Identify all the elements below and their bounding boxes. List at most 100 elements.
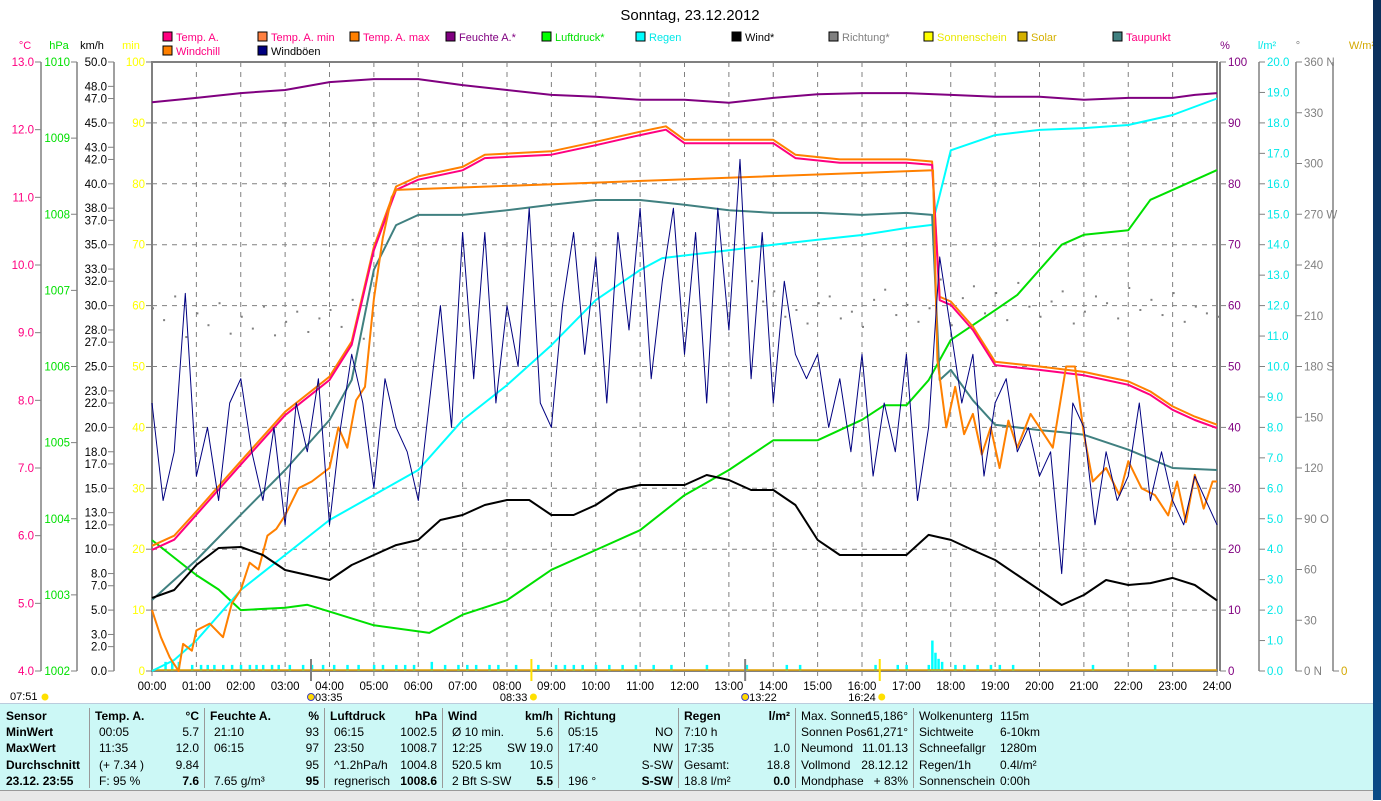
legend-label: Richtung* [842, 32, 890, 44]
axis-tick-label: 8.0 [91, 569, 107, 581]
legend-swatch [445, 31, 456, 42]
stat-value: NO [655, 725, 673, 740]
stat-row: Ø 10 min. 5.6 [442, 724, 558, 740]
direction-dot [1050, 300, 1053, 303]
stat-label: 21:10 [214, 725, 245, 740]
stat-label: ^1.2hPa/h [334, 757, 388, 772]
direction-dot [1161, 314, 1164, 317]
stat-value: 0.0 [773, 773, 790, 788]
stat-label: 23.12. 23:55 [6, 773, 74, 788]
info-row: Max. Sonnen 15,186° [795, 708, 913, 724]
axis-tick-label: 28.0 [85, 325, 107, 337]
stat-label: 7:10 h [684, 725, 718, 740]
stat-row: regnerisch 1008.6 [324, 773, 442, 789]
axis-tick-label: 50 [1228, 362, 1241, 374]
axis-tick-label: 50.0 [85, 57, 107, 69]
stat-label: 00:05 [99, 725, 130, 740]
axis-tick-label: 20.0 [85, 422, 107, 434]
direction-dot [340, 325, 343, 328]
axis-tick-label: 6.0 [18, 531, 34, 543]
stat-row: 06:15 1002.5 [324, 724, 442, 740]
info-row: Wolkenunterg 115m [913, 708, 1053, 724]
stat-label: 06:15 [334, 725, 365, 740]
legend-swatch [1112, 31, 1123, 42]
stat-column: Wolkenunterg 115m Sichtweite 6-10km Schneefa… [913, 708, 1053, 788]
moon-icon [306, 693, 315, 701]
axis-tick-label: 300 [1304, 159, 1323, 171]
direction-dot [296, 310, 299, 313]
direction-dot [274, 334, 277, 337]
stat-value: NW [653, 741, 673, 756]
direction-dot [1083, 310, 1086, 313]
x-tick-label: 12:00 [670, 681, 699, 693]
direction-dot [873, 298, 876, 301]
direction-dot [1139, 308, 1142, 311]
axis-tick-label: 330 [1304, 108, 1323, 120]
axis-tick-label: 2.0 [1267, 605, 1283, 617]
direction-dot [1006, 319, 1009, 322]
stat-row: 05:15 NO [558, 724, 678, 740]
axis-tick-label: 4.0 [1267, 544, 1283, 556]
axis-unit-press: hPa [49, 40, 69, 52]
x-tick-label: 22:00 [1114, 681, 1143, 693]
axis-tick-label: 1006 [44, 362, 70, 374]
axis-tick-label: 10.0 [85, 544, 107, 556]
axis-tick-label: 60 [132, 301, 145, 313]
direction-dot [1217, 315, 1219, 318]
stat-column: Luftdruck hPa 06:15 1002.5 23:50 1008.7 ^1.2hP… [324, 708, 443, 788]
direction-dot [1117, 317, 1120, 320]
axis-tick-label: 20 [1228, 544, 1241, 556]
info-value: -61,271° [862, 725, 909, 740]
axis-tick-label: 60 [1228, 301, 1241, 313]
axis-tick-label: 40 [132, 422, 145, 434]
stat-row: (+ 7.34 ) 9.84 [89, 757, 204, 773]
axis-unit-wind: km/h [80, 40, 104, 52]
axis-tick-label: 50 [132, 362, 145, 374]
direction-dot [318, 317, 321, 320]
moonrise-label: 03:35 [315, 692, 343, 703]
direction-dot [806, 322, 809, 325]
direction-dot [307, 330, 310, 333]
axis-unit-temp: °C [19, 40, 31, 52]
stat-label: 17:35 [684, 741, 715, 756]
info-value: 28.12.12 [861, 757, 908, 772]
direction-dot [917, 320, 920, 323]
stat-row: Durchschnitt [0, 757, 89, 773]
axis-tick-label: 1.0 [1267, 636, 1283, 648]
direction-dot [1039, 315, 1042, 318]
x-tick-label: 18:00 [936, 681, 965, 693]
axis-tick-label: 80 [1228, 179, 1241, 191]
direction-dot [163, 319, 166, 322]
axis-tick-label: 8.0 [18, 395, 34, 407]
stat-row: 23.12. 23:55 [0, 773, 89, 789]
axis-tick-label: 22.0 [85, 398, 107, 410]
sun-icon [878, 693, 886, 701]
axis-tick-label: 17.0 [1267, 148, 1289, 160]
info-label: Max. Sonnen [801, 709, 872, 723]
axis-tick-label: 80 [132, 179, 145, 191]
sun-icon [41, 693, 49, 701]
stat-value: 5.6 [536, 725, 553, 740]
axis-tick-label: 0 [1228, 666, 1234, 678]
axis-tick-label: 30 [132, 483, 145, 495]
sun-icon [529, 693, 537, 701]
moonset-label: 13:22 [749, 692, 777, 703]
x-tick-label: 05:00 [359, 681, 388, 693]
axis-unit-solar: W/m² [1349, 40, 1373, 52]
legend-label: Windböen [271, 46, 321, 58]
stat-value: 7.6 [182, 773, 199, 788]
day-length-label: 07:51 [10, 691, 38, 703]
direction-dot [185, 336, 188, 339]
direction-dot [196, 312, 199, 315]
direction-dot [1183, 320, 1186, 323]
stat-row: 11:35 12.0 [89, 740, 204, 756]
axis-tick-label: 2.0 [91, 642, 107, 654]
stat-value: 1004.8 [400, 757, 437, 772]
stat-value: 10.5 [529, 757, 553, 772]
axis-tick-label: 180 S [1304, 362, 1334, 374]
stat-label: 17:40 [568, 741, 599, 756]
stat-column: Max. Sonnen 15,186° Sonnen Pos -61,271° Neum… [795, 708, 914, 788]
legend-swatch [162, 45, 173, 56]
stat-value: 5.5 [536, 773, 553, 788]
stat-column: Wind km/h Ø 10 min. 5.6 12:25 SW 19.0 520.5 km… [442, 708, 559, 788]
